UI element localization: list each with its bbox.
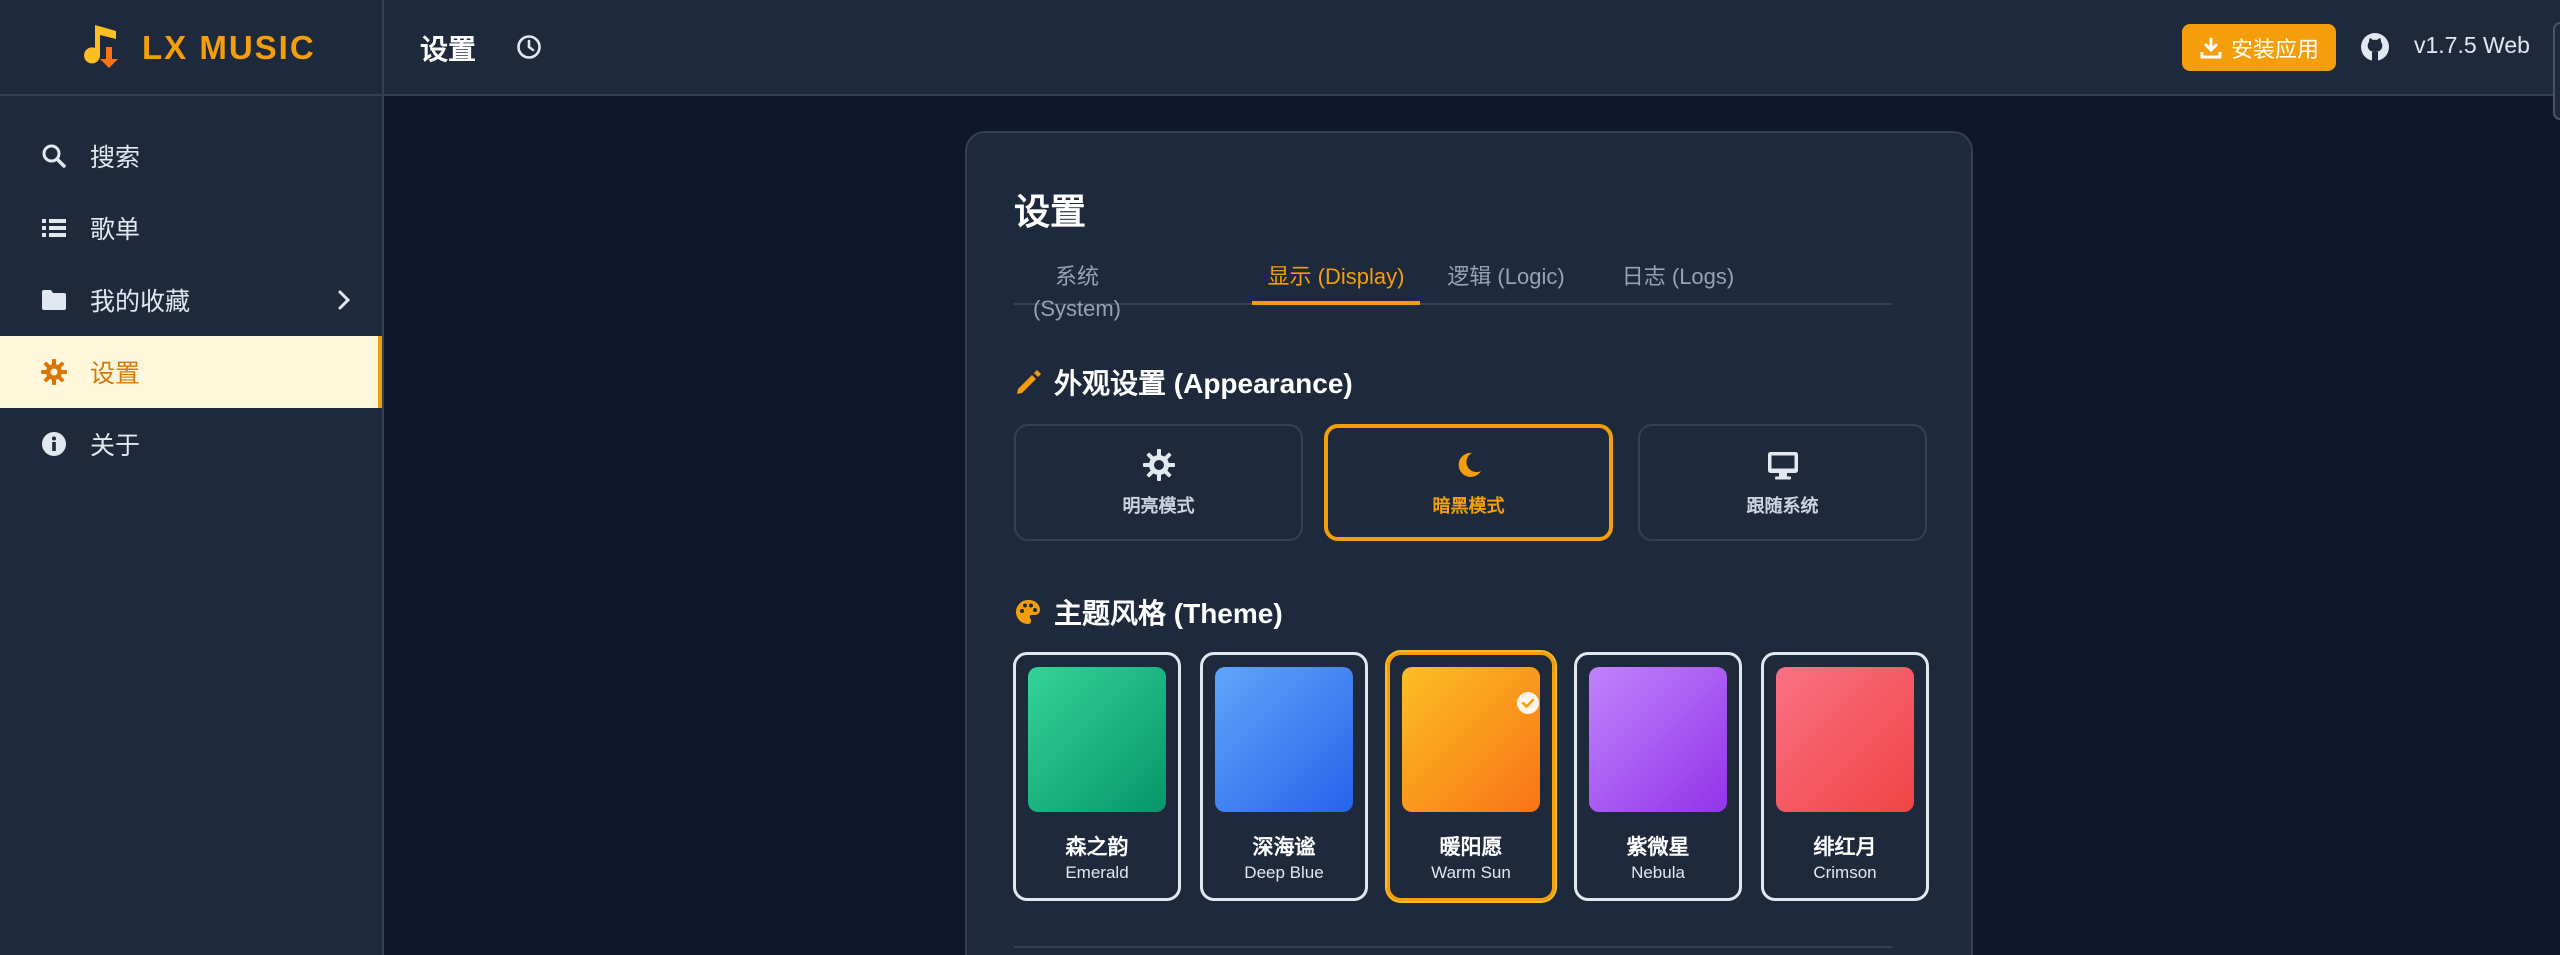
theme-option-nebula[interactable]: 紫微星 Nebula	[1574, 652, 1742, 901]
settings-card: 设置 系统 (System) 显示 (Display) 逻辑 (Logic) 日…	[965, 131, 1973, 955]
moon-icon	[1458, 452, 1481, 477]
light-mode-option[interactable]: 明亮模式	[1014, 424, 1303, 541]
check-circle-icon	[1517, 692, 1539, 714]
list-icon	[42, 219, 66, 237]
github-icon[interactable]	[2359, 31, 2391, 63]
folder-icon	[42, 290, 66, 310]
tab-logs[interactable]: 日志 (Logs)	[1598, 261, 1758, 305]
system-mode-label: 跟随系统	[1746, 495, 1819, 516]
top-header: LX MUSIC 设置 安装应用 v1.7.5 Web	[0, 0, 2560, 120]
theme-option-emerald[interactable]: 森之韵 Emerald	[1013, 652, 1181, 901]
theme-subtitle: Emerald	[1065, 863, 1129, 882]
theme-section-title: 主题风格 (Theme)	[1014, 592, 1283, 632]
sidebar-item-label: 我的收藏	[90, 288, 191, 316]
theme-swatch	[1402, 667, 1540, 812]
sidebar-item-search[interactable]: 搜索	[0, 120, 382, 192]
sidebar-item-about[interactable]: 关于	[0, 408, 382, 480]
brand-name: LX MUSIC	[142, 29, 316, 66]
theme-subtitle: Crimson	[1813, 863, 1877, 882]
theme-option-crimson[interactable]: 绯红月 Crimson	[1761, 652, 1929, 901]
sidebar-item-label: 设置	[90, 360, 141, 388]
theme-subtitle: Deep Blue	[1244, 863, 1324, 882]
theme-name: 暖阳愿	[1439, 836, 1503, 859]
theme-option-warm-sun[interactable]: 暖阳愿 Warm Sun	[1387, 652, 1555, 901]
pencil-icon	[1017, 370, 1041, 394]
theme-subtitle: Nebula	[1631, 863, 1685, 882]
sidebar-item-settings[interactable]: 设置	[0, 336, 382, 408]
palette-icon	[1016, 599, 1041, 624]
theme-name: 绯红月	[1813, 836, 1877, 859]
theme-swatch	[1776, 667, 1914, 812]
info-icon	[42, 432, 66, 456]
theme-option-deep-blue[interactable]: 深海谧 Deep Blue	[1200, 652, 1368, 901]
sun-icon	[1142, 448, 1175, 481]
music-note-logo-icon	[84, 25, 118, 68]
install-app-button[interactable]: 安装应用	[2182, 24, 2336, 71]
theme-subtitle: Warm Sun	[1431, 863, 1511, 882]
sidebar-item-playlists[interactable]: 歌单	[0, 192, 382, 264]
tab-display[interactable]: 显示 (Display)	[1252, 261, 1420, 305]
gear-icon	[41, 359, 67, 385]
tab-system[interactable]: 系统 (System)	[1014, 261, 1140, 321]
sidebar: 搜索 歌单 我的收藏 设置 关于	[0, 96, 384, 955]
install-app-label: 安装应用	[2230, 36, 2319, 62]
version-label: v1.7.5 Web	[2414, 32, 2530, 58]
brand[interactable]: LX MUSIC	[0, 0, 384, 96]
page-title: 设置	[420, 34, 477, 65]
dark-mode-option[interactable]: 暗黑模式	[1324, 424, 1613, 541]
sidebar-item-favorites[interactable]: 我的收藏	[0, 264, 382, 336]
theme-swatch	[1589, 667, 1727, 812]
theme-name: 森之韵	[1065, 836, 1129, 859]
tab-logic[interactable]: 逻辑 (Logic)	[1426, 261, 1586, 305]
dark-mode-label: 暗黑模式	[1432, 495, 1505, 516]
theme-title: 主题风格 (Theme)	[1054, 598, 1283, 629]
monitor-icon	[1767, 451, 1798, 479]
divider	[1014, 946, 1892, 948]
chevron-right-icon[interactable]	[330, 286, 358, 314]
sidebar-item-label: 歌单	[90, 216, 141, 244]
theme-name: 紫微星	[1626, 836, 1690, 859]
settings-title: 设置	[1014, 191, 1087, 232]
search-icon	[42, 144, 66, 168]
light-mode-label: 明亮模式	[1122, 495, 1195, 516]
side-panel-handle[interactable]	[2553, 22, 2560, 120]
theme-swatch	[1028, 667, 1166, 812]
theme-name: 深海谧	[1252, 836, 1316, 859]
appearance-section-title: 外观设置 (Appearance)	[1014, 362, 1353, 402]
settings-tabs: 系统 (System) 显示 (Display) 逻辑 (Logic) 日志 (…	[1014, 261, 1892, 321]
download-icon	[2200, 37, 2222, 58]
system-mode-option[interactable]: 跟随系统	[1638, 424, 1927, 541]
sidebar-item-label: 搜索	[90, 144, 141, 172]
appearance-title: 外观设置 (Appearance)	[1054, 368, 1353, 399]
sidebar-item-label: 关于	[90, 432, 141, 460]
history-icon[interactable]	[515, 33, 543, 61]
theme-swatch	[1215, 667, 1353, 812]
